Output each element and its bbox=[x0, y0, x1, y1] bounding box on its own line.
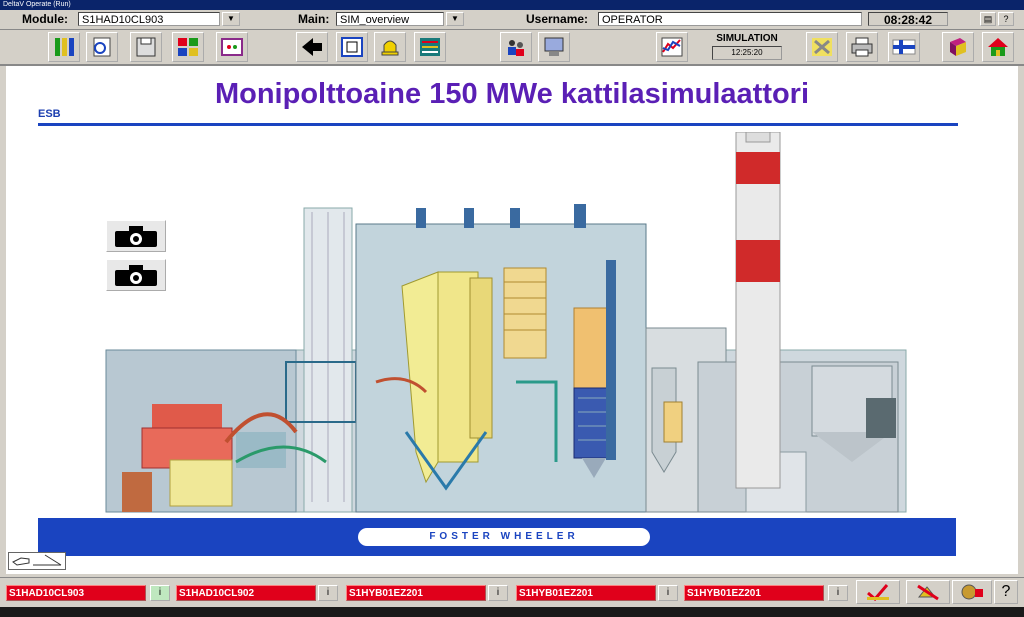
printer-icon[interactable] bbox=[846, 32, 878, 62]
alarm-info-button-3[interactable]: i bbox=[488, 585, 508, 601]
status-bar bbox=[0, 607, 1024, 617]
workstation-icon[interactable] bbox=[538, 32, 570, 62]
alarm-list-icon[interactable] bbox=[414, 32, 446, 62]
home-icon[interactable] bbox=[982, 32, 1014, 62]
trend-icon[interactable] bbox=[48, 32, 80, 62]
simulation-time: 12:25:20 bbox=[712, 46, 782, 60]
alarm-tag-5[interactable]: S1HYB01EZ201 bbox=[684, 585, 824, 601]
simulation-label: SIMULATION bbox=[716, 33, 778, 44]
brand-logo: FOSTER WHEELER bbox=[358, 528, 650, 546]
simulation-trend-icon[interactable] bbox=[656, 32, 688, 62]
alarm-info-button-1[interactable]: i bbox=[150, 585, 170, 601]
username-field: OPERATOR bbox=[598, 12, 862, 26]
window-title: DeltaV Operate (Run) bbox=[0, 0, 1024, 10]
main-dropdown-button[interactable]: ▼ bbox=[446, 12, 464, 26]
alarm-tag-3[interactable]: S1HYB01EZ201 bbox=[346, 585, 486, 601]
alarm-banner: S1HAD10CL903 i S1HAD10CL902 i S1HYB01EZ2… bbox=[0, 577, 1024, 608]
main-label: Main: bbox=[298, 12, 330, 26]
help-button[interactable]: ? bbox=[998, 12, 1014, 26]
toolbar: SIMULATION 12:25:20 bbox=[0, 30, 1024, 66]
simulation-indicator: SIMULATION 12:25:20 bbox=[706, 32, 788, 62]
search-document-icon[interactable] bbox=[86, 32, 118, 62]
alarm-info-button-2[interactable]: i bbox=[318, 585, 338, 601]
horn-status-icon[interactable] bbox=[952, 580, 992, 604]
info-bar: Module: S1HAD10CL903 ▼ Main: SIM_overvie… bbox=[0, 10, 1024, 30]
alarm-tag-4[interactable]: S1HYB01EZ201 bbox=[516, 585, 656, 601]
faceplate-icon[interactable] bbox=[216, 32, 248, 62]
book-icon[interactable] bbox=[942, 32, 974, 62]
module-label: Module: bbox=[22, 12, 68, 26]
alarm-info-button-5[interactable]: i bbox=[828, 585, 848, 601]
page-title: Monipolttoaine 150 MWe kattilasimulaatto… bbox=[214, 78, 810, 110]
username-label: Username: bbox=[526, 12, 589, 26]
acknowledge-alarm-icon[interactable] bbox=[856, 580, 900, 604]
brand-banner: FOSTER WHEELER bbox=[38, 518, 956, 556]
acknowledge-icon[interactable] bbox=[806, 32, 838, 62]
displays-icon[interactable] bbox=[172, 32, 204, 62]
boiler-plant-illustration bbox=[105, 132, 907, 513]
silence-horn-icon[interactable] bbox=[906, 580, 950, 604]
process-overview: Monipolttoaine 150 MWe kattilasimulaatto… bbox=[6, 66, 1018, 574]
print-screen-icon[interactable]: ▤ bbox=[980, 12, 996, 26]
save-icon[interactable] bbox=[130, 32, 162, 62]
users-icon[interactable] bbox=[500, 32, 532, 62]
alarm-bell-icon[interactable] bbox=[374, 32, 406, 62]
main-field[interactable]: SIM_overview bbox=[336, 12, 444, 26]
module-dropdown-button[interactable]: ▼ bbox=[222, 12, 240, 26]
alarm-help-button[interactable]: ? bbox=[994, 580, 1018, 604]
module-field[interactable]: S1HAD10CL903 bbox=[78, 12, 220, 26]
esb-label: ESB bbox=[38, 108, 61, 120]
alarm-tag-1[interactable]: S1HAD10CL903 bbox=[6, 585, 146, 601]
pointer-hand-icon[interactable] bbox=[8, 552, 66, 570]
title-divider bbox=[38, 123, 958, 126]
clock: 08:28:42 bbox=[868, 12, 948, 27]
alarm-tag-2[interactable]: S1HAD10CL902 bbox=[176, 585, 316, 601]
finnish-flag-icon[interactable] bbox=[888, 32, 920, 62]
overview-icon[interactable] bbox=[336, 32, 368, 62]
alarm-info-button-4[interactable]: i bbox=[658, 585, 678, 601]
back-arrow-icon[interactable] bbox=[296, 32, 328, 62]
